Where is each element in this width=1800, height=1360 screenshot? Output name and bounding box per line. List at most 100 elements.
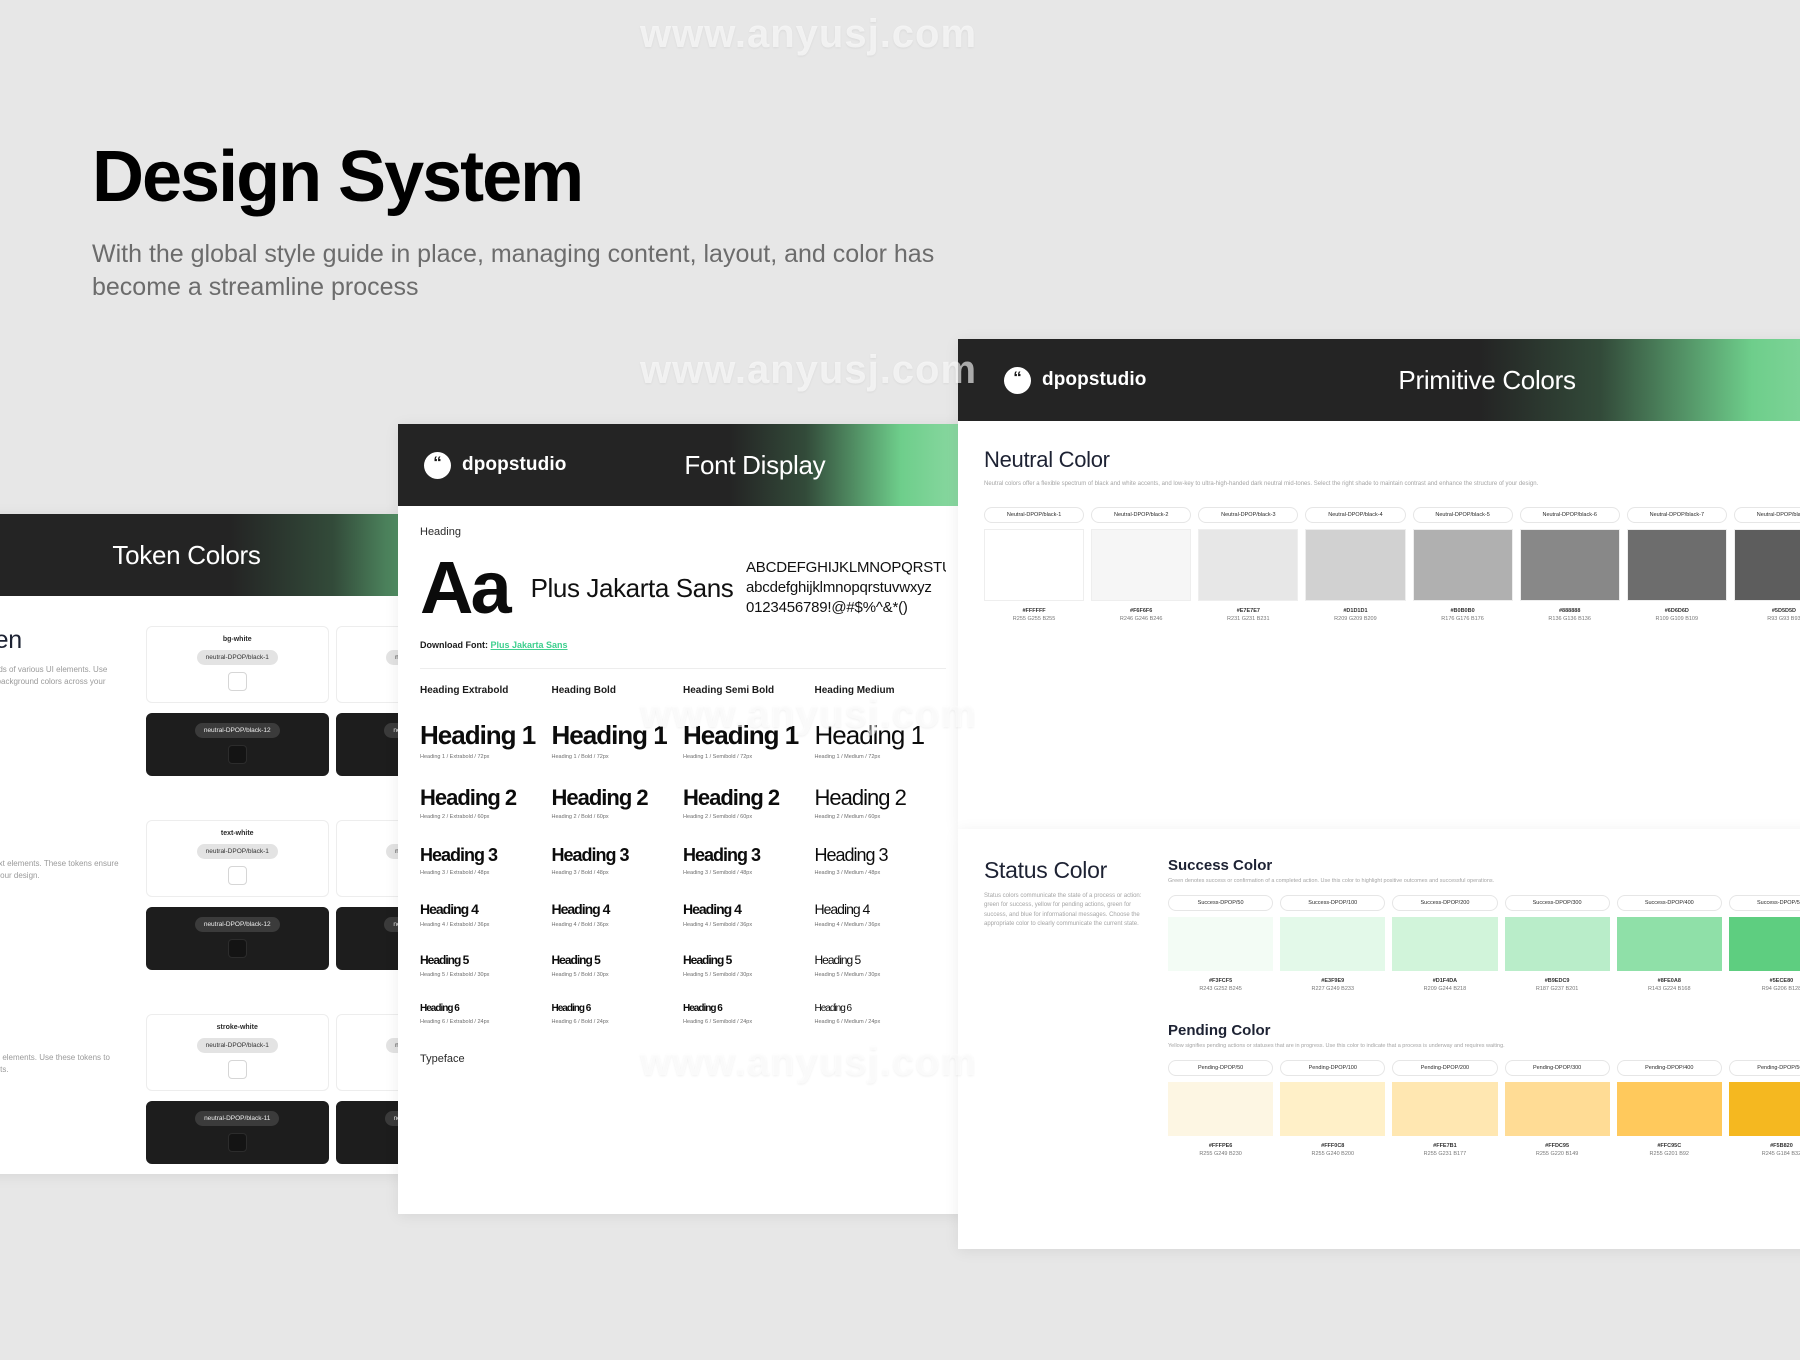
- color-swatch-cell[interactable]: Neutral-DPOP/black-7 #6D6D6D R109 G109 B10…: [1626, 507, 1727, 622]
- swatch-rgb: R93 G93 B93: [1767, 616, 1800, 622]
- color-swatch-cell[interactable]: Success-DPOP/200 #D1F4DA R209 G244 B218: [1392, 895, 1498, 992]
- token-swatch: [227, 1133, 247, 1152]
- color-swatch-cell[interactable]: Success-DPOP/500 #5ECE80 R94 G206 B128: [1728, 895, 1800, 992]
- swatch-color: [1091, 529, 1192, 601]
- token-column: stroke-white neutral-DPOP/black-1 neutral-…: [146, 1014, 329, 1164]
- color-swatch-cell[interactable]: Neutral-DPOP/black-3 #E7E7E7 R231 G231 B23…: [1198, 507, 1299, 622]
- swatch-rgb: R255 G231 B177: [1423, 1151, 1467, 1157]
- swatch-name: Success-DPOP/50: [1168, 895, 1274, 911]
- swatch-color: [1616, 917, 1722, 971]
- swatch-rgb: R109 G109 B109: [1655, 616, 1699, 622]
- status-swatch-row: Success-DPOP/50 #F3FCF5 R243 G252 B245 Succ…: [1168, 895, 1800, 992]
- font-family-name: Plus Jakarta Sans: [530, 572, 734, 603]
- heading-sample-caption: Heading 4 / Bold / 36px: [551, 922, 609, 929]
- heading-sample: Heading 1: [683, 720, 799, 751]
- swatch-rgb: R231 G231 B231: [1227, 616, 1270, 622]
- token-cell-light[interactable]: stroke-white neutral-DPOP/black-1: [146, 1014, 329, 1091]
- color-swatch-cell[interactable]: Pending-DPOP/200 #FFE7B1 R255 G231 B177: [1392, 1060, 1498, 1157]
- quote-icon: “: [1004, 366, 1031, 394]
- heading-sample-row: Heading 1 Heading 1 / Medium / 72px: [814, 720, 947, 760]
- color-swatch-cell[interactable]: Success-DPOP/100 #E3F9E9 R227 G249 B233: [1280, 895, 1386, 992]
- slide-font-display[interactable]: “ dpopstudio Font Display Heading Aa Plu…: [398, 424, 968, 1214]
- heading-sample: Heading 4: [814, 901, 871, 918]
- neutral-swatch-ramp: Neutral-DPOP/black-1 #FFFFFF R255 G255 B25…: [984, 507, 1800, 622]
- swatch-hex: #FFE7B1: [1433, 1143, 1457, 1149]
- weight-column: Heading Semi Bold Heading 1 Heading 1 / Se…: [683, 685, 815, 1025]
- color-swatch-cell[interactable]: Pending-DPOP/100 #FFF0C8 R255 G240 B200: [1280, 1060, 1386, 1157]
- swatch-color: [1733, 529, 1800, 601]
- status-group-desc: Green denotes success or confirmation of…: [1168, 878, 1495, 884]
- token-swatch: [227, 866, 247, 885]
- token-info: Stroke Token Stroke tokens define the bor…: [0, 1014, 120, 1164]
- swatch-name: Pending-DPOP/200: [1392, 1060, 1498, 1076]
- swatch-color: [1280, 1082, 1386, 1136]
- slide-status-colors[interactable]: Status Color Status colors communicate t…: [958, 829, 1800, 1249]
- weight-columns: Heading Extrabold Heading 1 Heading 1 / Ex…: [420, 685, 946, 1025]
- heading-sample-caption: Heading 4 / Semibold / 36px: [683, 922, 753, 929]
- swatch-hex: #FFC95C: [1657, 1143, 1682, 1149]
- weight-column: Heading Extrabold Heading 1 Heading 1 / Ex…: [420, 685, 552, 1025]
- heading-sample-caption: Heading 6 / Bold / 24px: [551, 1019, 609, 1026]
- swatch-hex: #8FE0A8: [1657, 978, 1681, 984]
- swatch-rgb: R255 G240 B200: [1311, 1151, 1355, 1157]
- download-font-link[interactable]: Plus Jakarta Sans: [491, 640, 568, 650]
- brand-logo: “ dpopstudio: [424, 451, 566, 479]
- color-swatch-cell[interactable]: Pending-DPOP/500 #F5B820 R245 G184 B32: [1728, 1060, 1800, 1157]
- token-column: text-white neutral-DPOP/black-1 neutral-DP…: [146, 820, 329, 970]
- token-cell-light[interactable]: text-white neutral-DPOP/black-1: [146, 820, 329, 897]
- swatch-rgb: R245 G184 B32: [1761, 1151, 1800, 1157]
- swatch-color: [1728, 1082, 1800, 1136]
- token-cap: bg-white: [222, 636, 252, 643]
- token-info: Background Token These are the color valu…: [0, 626, 120, 776]
- swatch-name: Neutral-DPOP/black-8: [1733, 507, 1800, 523]
- heading-sample-row: Heading 2 Heading 2 / Semibold / 60px: [683, 786, 815, 820]
- color-swatch-cell[interactable]: Success-DPOP/50 #F3FCF5 R243 G252 B245: [1168, 895, 1274, 992]
- heading-sample: Heading 4: [420, 901, 479, 918]
- token-cell-dark[interactable]: neutral-DPOP/black-12: [146, 713, 329, 776]
- heading-sample-row: Heading 6 Heading 6 / Medium / 24px: [814, 1003, 947, 1026]
- swatch-name: Success-DPOP/100: [1280, 895, 1386, 911]
- page-title: Design System: [92, 137, 584, 217]
- color-swatch-cell[interactable]: Pending-DPOP/50 #FFFPE6 R255 G249 B230: [1168, 1060, 1274, 1157]
- heading-sample-caption: Heading 5 / Medium / 30px: [814, 971, 881, 978]
- heading-sample-caption: Heading 2 / Bold / 60px: [551, 814, 609, 821]
- swatch-rgb: R227 G249 B233: [1311, 986, 1355, 992]
- token-heading: Text Token: [0, 820, 120, 849]
- swatch-rgb: R209 G209 B209: [1334, 616, 1377, 622]
- heading-sample-caption: Heading 6 / Medium / 24px: [814, 1019, 881, 1026]
- heading-sample-caption: Heading 1 / Bold / 72px: [551, 754, 609, 761]
- color-swatch-cell[interactable]: Success-DPOP/400 #8FE0A8 R143 G224 B168: [1616, 895, 1722, 992]
- color-swatch-cell[interactable]: Neutral-DPOP/black-4 #D1D1D1 R209 G209 B20…: [1305, 507, 1406, 622]
- swatch-name: Neutral-DPOP/black-7: [1626, 507, 1727, 523]
- token-cell-dark[interactable]: neutral-DPOP/black-12: [146, 907, 329, 970]
- swatch-color: [1168, 1082, 1274, 1136]
- swatch-rgb: R209 G244 B218: [1423, 986, 1467, 992]
- heading-sample: Heading 4: [683, 901, 742, 918]
- color-swatch-cell[interactable]: Neutral-DPOP/black-5 #B0B0B0 R176 G176 B17…: [1412, 507, 1513, 622]
- color-swatch-cell[interactable]: Neutral-DPOP/black-1 #FFFFFF R255 G255 B25…: [984, 507, 1085, 622]
- slide-primitive-colors[interactable]: “ dpopstudio Primitive Colors Neutral Co…: [958, 339, 1800, 829]
- heading-sample-caption: Heading 5 / Semibold / 30px: [683, 971, 753, 978]
- color-swatch-cell[interactable]: Pending-DPOP/300 #FFDC95 R255 G220 B149: [1504, 1060, 1610, 1157]
- color-swatch-cell[interactable]: Neutral-DPOP/black-2 #F6F6F6 R246 G246 B24…: [1091, 507, 1192, 622]
- token-chip: neutral-DPOP/black-11: [195, 1111, 280, 1126]
- swatch-name: Pending-DPOP/50: [1168, 1060, 1274, 1076]
- color-swatch-cell[interactable]: Success-DPOP/300 #B9EDC9 R187 G237 B201: [1504, 895, 1610, 992]
- token-cell-dark[interactable]: neutral-DPOP/black-11: [146, 1101, 329, 1164]
- color-swatch-cell[interactable]: Neutral-DPOP/black-6 #888888 R136 G136 B13…: [1519, 507, 1620, 622]
- token-cap: text-white: [220, 830, 254, 837]
- heading-sample: Heading 2: [420, 785, 517, 811]
- heading-sample-caption: Heading 3 / Extrabold / 48px: [420, 870, 490, 877]
- swatch-hex: #B9EDC9: [1544, 978, 1570, 984]
- color-swatch-cell[interactable]: Pending-DPOP/400 #FFC95C R255 G201 B92: [1616, 1060, 1722, 1157]
- charset-lowercase: abcdefghijklmnopqrstuvwxyz: [746, 579, 932, 597]
- heading-sample-row: Heading 1 Heading 1 / Bold / 72px: [551, 721, 684, 761]
- token-cell-light[interactable]: bg-white neutral-DPOP/black-1: [146, 626, 329, 703]
- slide-header: “ dpopstudio Primitive Colors: [958, 339, 1800, 421]
- heading-sample-caption: Heading 4 / Extrabold / 36px: [420, 922, 490, 929]
- color-swatch-cell[interactable]: Neutral-DPOP/black-8 #5D5D5D R93 G93 B93: [1733, 507, 1800, 622]
- token-desc: These are the color values used for the …: [0, 665, 108, 686]
- heading-sample: Heading 1: [814, 720, 926, 751]
- swatch-color: [1504, 1082, 1610, 1136]
- heading-sample: Heading 4: [551, 901, 611, 918]
